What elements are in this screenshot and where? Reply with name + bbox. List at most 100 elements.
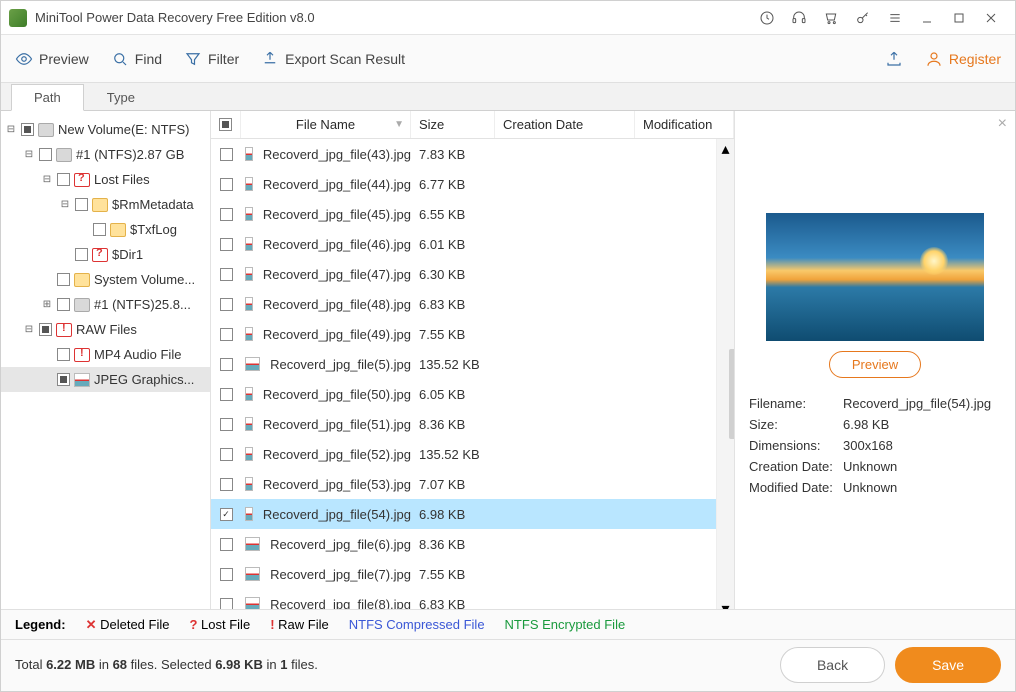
tab-path[interactable]: Path xyxy=(11,84,84,111)
row-checkbox[interactable] xyxy=(220,328,233,341)
row-checkbox[interactable] xyxy=(220,298,233,311)
tree-checkbox[interactable] xyxy=(75,198,88,211)
export-label: Export Scan Result xyxy=(285,51,405,67)
row-checkbox[interactable] xyxy=(220,268,233,281)
close-preview-icon[interactable]: × xyxy=(998,115,1007,133)
export-button[interactable]: Export Scan Result xyxy=(261,50,405,68)
tree-node[interactable]: ⊟$RmMetadata xyxy=(1,192,210,217)
tab-type[interactable]: Type xyxy=(84,84,158,110)
tree-label: New Volume(E: NTFS) xyxy=(58,122,189,137)
table-row[interactable]: Recoverd_jpg_file(43).jpg7.83 KB xyxy=(211,139,716,169)
clock-icon[interactable] xyxy=(753,4,781,32)
file-scrollbar[interactable]: ▴ ▾ xyxy=(716,139,734,609)
meta-value: Recoverd_jpg_file(54).jpg xyxy=(843,396,991,411)
col-creation-date[interactable]: Creation Date xyxy=(495,111,635,138)
table-row[interactable]: Recoverd_jpg_file(48).jpg6.83 KB xyxy=(211,289,716,319)
find-button[interactable]: Find xyxy=(111,50,162,68)
row-checkbox[interactable] xyxy=(220,598,233,610)
filter-button[interactable]: Filter xyxy=(184,50,239,68)
tree-checkbox[interactable] xyxy=(75,248,88,261)
footer: Total 6.22 MB in 68 files. Selected 6.98… xyxy=(1,639,1015,689)
jpg-icon xyxy=(245,447,253,461)
table-row[interactable]: Recoverd_jpg_file(5).jpg135.52 KB xyxy=(211,349,716,379)
table-row[interactable]: Recoverd_jpg_file(50).jpg6.05 KB xyxy=(211,379,716,409)
jpg-icon xyxy=(245,507,253,521)
row-checkbox[interactable]: ✓ xyxy=(220,508,233,521)
tree-node[interactable]: ⊟RAW Files xyxy=(1,317,210,342)
register-button[interactable]: Register xyxy=(925,50,1001,68)
tree-label: JPEG Graphics... xyxy=(94,372,194,387)
table-row[interactable]: Recoverd_jpg_file(6).jpg8.36 KB xyxy=(211,529,716,559)
jpg-icon xyxy=(245,357,260,371)
table-row[interactable]: Recoverd_jpg_file(52).jpg135.52 KB xyxy=(211,439,716,469)
preview-label: Preview xyxy=(39,51,89,67)
file-list: File Name▼ Size Creation Date Modificati… xyxy=(211,111,735,609)
row-checkbox[interactable] xyxy=(220,208,233,221)
tree-node[interactable]: ⊟New Volume(E: NTFS) xyxy=(1,117,210,142)
tree-label: $Dir1 xyxy=(112,247,143,262)
tree-node[interactable]: JPEG Graphics... xyxy=(1,367,210,392)
col-name[interactable]: File Name▼ xyxy=(241,111,411,138)
select-all-checkbox[interactable] xyxy=(219,118,232,131)
tree-checkbox[interactable] xyxy=(57,298,70,311)
file-size: 6.05 KB xyxy=(411,387,495,402)
file-name: Recoverd_jpg_file(50).jpg xyxy=(263,387,411,402)
close-icon[interactable] xyxy=(977,4,1005,32)
tree-node[interactable]: MP4 Audio File xyxy=(1,342,210,367)
table-row[interactable]: Recoverd_jpg_file(49).jpg7.55 KB xyxy=(211,319,716,349)
tree-node[interactable]: $Dir1 xyxy=(1,242,210,267)
row-checkbox[interactable] xyxy=(220,178,233,191)
tree-node[interactable]: ⊟Lost Files xyxy=(1,167,210,192)
table-row[interactable]: Recoverd_jpg_file(51).jpg8.36 KB xyxy=(211,409,716,439)
tree-checkbox[interactable] xyxy=(21,123,34,136)
row-checkbox[interactable] xyxy=(220,418,233,431)
table-row[interactable]: Recoverd_jpg_file(53).jpg7.07 KB xyxy=(211,469,716,499)
jpg-icon xyxy=(245,177,253,191)
row-checkbox[interactable] xyxy=(220,388,233,401)
table-row[interactable]: Recoverd_jpg_file(44).jpg6.77 KB xyxy=(211,169,716,199)
maximize-icon[interactable] xyxy=(945,4,973,32)
tree-node[interactable]: ⊟#1 (NTFS)2.87 GB xyxy=(1,142,210,167)
menu-icon[interactable] xyxy=(881,4,909,32)
file-size: 7.55 KB xyxy=(411,327,495,342)
tree-checkbox[interactable] xyxy=(57,348,70,361)
table-row[interactable]: Recoverd_jpg_file(46).jpg6.01 KB xyxy=(211,229,716,259)
row-checkbox[interactable] xyxy=(220,448,233,461)
row-checkbox[interactable] xyxy=(220,568,233,581)
register-label: Register xyxy=(949,51,1001,67)
table-row[interactable]: ✓Recoverd_jpg_file(54).jpg6.98 KB xyxy=(211,499,716,529)
key-icon[interactable] xyxy=(849,4,877,32)
share-button[interactable] xyxy=(885,50,903,68)
meta-key: Size: xyxy=(749,417,843,432)
file-size: 135.52 KB xyxy=(411,357,495,372)
tree-node[interactable]: $TxfLog xyxy=(1,217,210,242)
back-button[interactable]: Back xyxy=(780,647,885,683)
row-checkbox[interactable] xyxy=(220,238,233,251)
row-checkbox[interactable] xyxy=(220,358,233,371)
preview-button[interactable]: Preview xyxy=(15,50,89,68)
folder-tree[interactable]: ⊟New Volume(E: NTFS)⊟#1 (NTFS)2.87 GB⊟Lo… xyxy=(1,111,211,609)
cart-icon[interactable] xyxy=(817,4,845,32)
row-checkbox[interactable] xyxy=(220,538,233,551)
tree-checkbox[interactable] xyxy=(93,223,106,236)
meta-value: Unknown xyxy=(843,480,897,495)
tree-checkbox[interactable] xyxy=(57,173,70,186)
row-checkbox[interactable] xyxy=(220,148,233,161)
table-row[interactable]: Recoverd_jpg_file(45).jpg6.55 KB xyxy=(211,199,716,229)
col-size[interactable]: Size xyxy=(411,111,495,138)
headset-icon[interactable] xyxy=(785,4,813,32)
tree-checkbox[interactable] xyxy=(39,148,52,161)
tree-node[interactable]: System Volume... xyxy=(1,267,210,292)
tree-checkbox[interactable] xyxy=(57,273,70,286)
table-row[interactable]: Recoverd_jpg_file(8).jpg6.83 KB xyxy=(211,589,716,609)
row-checkbox[interactable] xyxy=(220,478,233,491)
tree-checkbox[interactable] xyxy=(57,373,70,386)
minimize-icon[interactable] xyxy=(913,4,941,32)
table-row[interactable]: Recoverd_jpg_file(7).jpg7.55 KB xyxy=(211,559,716,589)
tree-checkbox[interactable] xyxy=(39,323,52,336)
tree-node[interactable]: ⊞#1 (NTFS)25.8... xyxy=(1,292,210,317)
col-modification[interactable]: Modification xyxy=(635,111,734,138)
table-row[interactable]: Recoverd_jpg_file(47).jpg6.30 KB xyxy=(211,259,716,289)
save-button[interactable]: Save xyxy=(895,647,1001,683)
preview-open-button[interactable]: Preview xyxy=(829,351,921,378)
